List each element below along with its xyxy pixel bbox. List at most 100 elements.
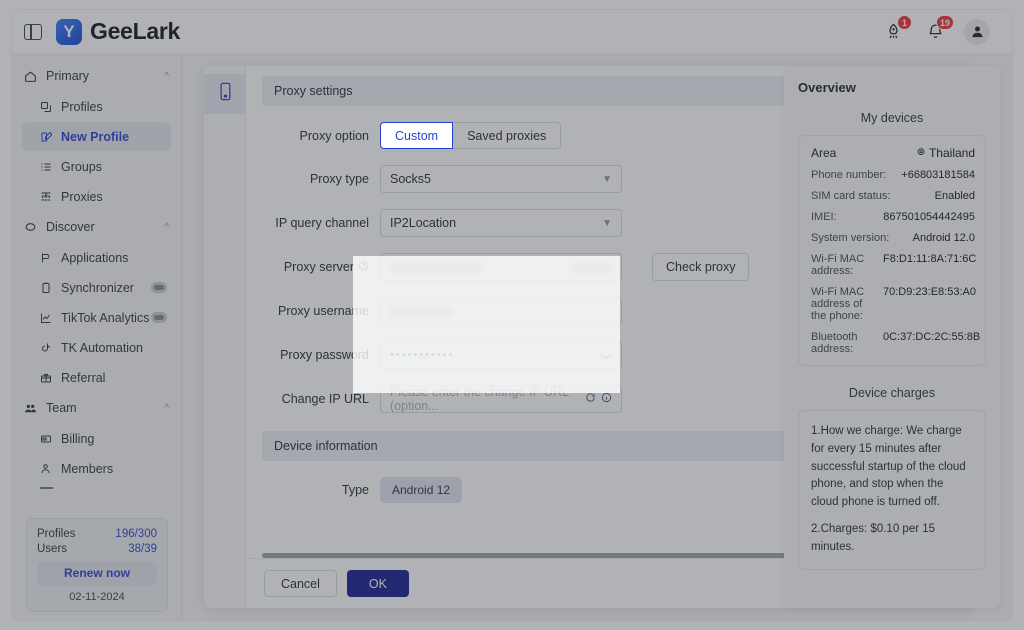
proxy-type-select[interactable]: Socks5 ▼ xyxy=(380,165,622,193)
info-circle-icon[interactable] xyxy=(601,392,612,406)
proxy-password-value: ••••••••••• xyxy=(390,349,455,361)
rocket-icon[interactable]: 1 xyxy=(880,14,912,45)
device-row-phone: Phone number: +66803181584 xyxy=(811,169,975,181)
app-header: Y GeeLark 1 19 xyxy=(12,10,1012,53)
bell-icon[interactable]: 19 xyxy=(922,14,954,45)
sidebar-item-referral[interactable]: Referral xyxy=(22,363,171,392)
proxy-username-value xyxy=(390,306,452,316)
chevron-down-icon: ▼ xyxy=(602,173,612,185)
proxy-type-label: Proxy type xyxy=(309,172,369,186)
device-type-chip[interactable]: Android 12 xyxy=(380,477,463,503)
gift-icon xyxy=(40,372,58,384)
chevron-up-icon: ^ xyxy=(164,402,169,414)
sidebar: Primary ^ Profiles New Profile Groups Pr… xyxy=(12,53,182,620)
groups-icon xyxy=(40,161,58,173)
sidebar-item-profiles[interactable]: Profiles xyxy=(22,92,171,121)
discover-icon xyxy=(24,221,42,234)
sidebar-item-new-profile[interactable]: New Profile xyxy=(22,122,171,151)
check-proxy-button[interactable]: Check proxy xyxy=(652,253,750,281)
proxy-option-saved-proxies[interactable]: Saved proxies xyxy=(453,122,562,149)
sidebar-item-tk-automation[interactable]: TK Automation xyxy=(22,333,171,362)
tab-device[interactable] xyxy=(204,74,246,114)
proxy-username-input[interactable] xyxy=(380,297,622,325)
toggle-switch[interactable] xyxy=(151,282,167,293)
proxy-password-label: Proxy password xyxy=(280,348,369,362)
ip-query-channel-select[interactable]: IP2Location ▼ xyxy=(380,209,622,237)
refresh-icon[interactable] xyxy=(585,392,596,406)
chevron-up-icon: ^ xyxy=(164,221,169,233)
cancel-button[interactable]: Cancel xyxy=(264,570,337,597)
device-row-phone-wifi-mac: Wi-Fi MAC address of the phone: 70:D9:23… xyxy=(811,286,976,322)
dialog-tabstrip xyxy=(204,66,246,608)
detail-value: F8:D1:11:8A:71:6C xyxy=(883,253,977,265)
proxy-option-custom[interactable]: Custom xyxy=(380,122,454,149)
eye-off-icon[interactable] xyxy=(599,347,612,363)
members-icon xyxy=(40,463,58,475)
question-circle-icon[interactable] xyxy=(358,260,369,274)
sidebar-item-billing[interactable]: Billing xyxy=(22,424,171,453)
renew-now-button[interactable]: Renew now xyxy=(37,561,157,585)
change-ip-url-placeholder: Please enter the change IP URL (option..… xyxy=(390,385,569,413)
detail-value: Enabled xyxy=(934,190,975,202)
detail-value: Thailand xyxy=(916,146,975,160)
proxy-username-label: Proxy username xyxy=(277,304,369,318)
sidebar-item-label: Proxies xyxy=(61,189,103,204)
sidebar-item-proxies[interactable]: Proxies xyxy=(22,182,171,211)
plan-users-label: Users xyxy=(37,543,68,555)
charges-note-1: 1.How we charge: We charge for every 15 … xyxy=(811,425,966,509)
detail-key: Wi-Fi MAC address of the phone: xyxy=(811,286,865,322)
sidebar-item-tiktok-analytics[interactable]: TikTok Analytics xyxy=(22,303,171,332)
ok-button[interactable]: OK xyxy=(346,570,409,597)
sidebar-item-label: Synchronizer xyxy=(61,280,134,295)
device-charges-note: 1.How we charge: We charge for every 15 … xyxy=(798,410,986,570)
detail-value-text: Thailand xyxy=(928,146,975,160)
billing-icon xyxy=(40,433,58,445)
header-actions: 1 19 xyxy=(880,14,990,45)
proxy-option-segmented: Custom Saved proxies xyxy=(380,122,562,149)
sidebar-item-applications[interactable]: Applications xyxy=(22,243,171,272)
team-icon xyxy=(24,402,42,415)
proxy-server-label: Proxy server xyxy=(262,260,380,274)
proxy-server-host-value xyxy=(390,262,482,272)
sidebar-item-label: Billing xyxy=(61,431,95,446)
proxy-type-value: Socks5 xyxy=(390,172,431,186)
sidebar-item-label: Groups xyxy=(61,159,102,174)
geelark-logo-icon: Y xyxy=(56,18,82,45)
sidebar-group-label: Primary xyxy=(46,69,90,83)
avatar[interactable] xyxy=(964,18,990,45)
proxy-server-port-value xyxy=(572,262,612,272)
sidebar-group-label: Discover xyxy=(46,220,95,234)
sidebar-item-synchronizer[interactable]: Synchronizer xyxy=(22,273,171,302)
sidebar-group-team[interactable]: Team ^ xyxy=(12,393,181,423)
proxy-server-label-text: Proxy server xyxy=(283,260,354,274)
toggle-switch[interactable] xyxy=(151,312,167,323)
panel-toggle-icon[interactable] xyxy=(24,23,42,40)
rocket-badge: 1 xyxy=(897,14,912,30)
proxies-icon xyxy=(40,191,58,203)
detail-value: 0C:37:DC:2C:55:8B xyxy=(883,331,981,343)
sidebar-group-discover[interactable]: Discover ^ xyxy=(12,212,181,242)
sidebar-item-members[interactable]: Members xyxy=(22,454,171,483)
chevron-up-icon: ^ xyxy=(164,70,169,82)
my-devices-label: My devices xyxy=(860,111,924,125)
plan-users-value: 38/39 xyxy=(128,543,157,555)
plan-card: Profiles 196/300 Users 38/39 Renew now 0… xyxy=(26,518,168,612)
proxy-server-input[interactable] xyxy=(380,253,622,281)
proxy-password-input[interactable]: ••••••••••• xyxy=(380,341,622,369)
device-row-bluetooth: Bluetooth address: 0C:37:DC:2C:55:8B xyxy=(811,331,981,355)
plan-users-row: Users 38/39 xyxy=(37,543,157,555)
change-ip-url-input[interactable]: Please enter the change IP URL (option..… xyxy=(380,385,622,413)
overview-panel: Overview My devices Area Thailand Phone … xyxy=(784,66,1000,608)
sidebar-item-label: New Profile xyxy=(61,129,130,144)
sidebar-item-label: Profiles xyxy=(61,99,103,114)
sidebar-item-groups[interactable]: Groups xyxy=(22,152,171,181)
detail-key: Wi-Fi MAC address: xyxy=(811,253,865,277)
detail-key: Bluetooth address: xyxy=(811,331,858,355)
change-ip-url-label: Change IP URL xyxy=(281,392,369,406)
device-charges-label: Device charges xyxy=(848,386,936,400)
ip-query-channel-value: IP2Location xyxy=(390,216,457,230)
sidebar-item-label: TikTok Analytics xyxy=(61,310,150,325)
sidebar-group-label: Team xyxy=(46,401,77,415)
sidebar-group-primary[interactable]: Primary ^ xyxy=(12,61,181,91)
detail-key: System version: xyxy=(811,232,890,244)
